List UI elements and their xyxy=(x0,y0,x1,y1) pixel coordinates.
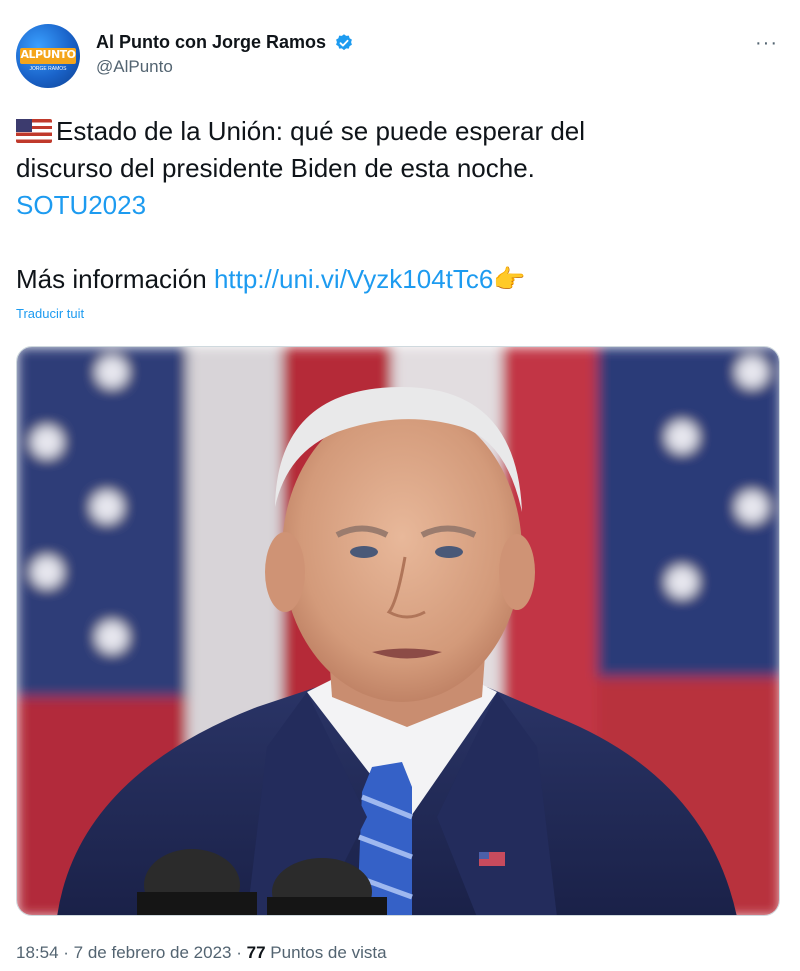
translate-tweet-link[interactable]: Traducir tuit xyxy=(16,306,84,321)
tweet-text-line-1: Estado de la Unión: qué se puede esperar… xyxy=(56,116,586,146)
tweet-time[interactable]: 18:54 xyxy=(16,943,59,962)
tweet-date[interactable]: 7 de febrero de 2023 xyxy=(74,943,232,962)
hashtag-link[interactable]: SOTU2023 xyxy=(16,190,146,220)
views-count: 77 xyxy=(246,943,266,962)
avatar-logo-subtext: JORGE RAMOS xyxy=(29,66,67,72)
tweet-meta: 18:54 · 7 de febrero de 2023 · 77 Puntos… xyxy=(16,943,387,963)
avatar[interactable]: ALPUNTO JORGE RAMOS xyxy=(16,24,80,88)
more-info-label: Más información xyxy=(16,264,207,294)
tweet-line-1: Estado de la Unión: qué se puede esperar… xyxy=(16,113,786,150)
pointing-hand-icon: 👉 xyxy=(493,264,526,294)
tweet-header: ALPUNTO JORGE RAMOS Al Punto con Jorge R… xyxy=(16,24,784,92)
tweet-text: Estado de la Unión: qué se puede esperar… xyxy=(16,113,786,298)
tweet-text-line-2: discurso del presidente Biden de esta no… xyxy=(16,153,535,183)
author-display-name[interactable]: Al Punto con Jorge Ramos xyxy=(96,32,326,53)
meta-separator: · xyxy=(231,943,247,962)
verified-badge-icon xyxy=(334,33,354,53)
photo-illustration xyxy=(17,347,779,915)
author-names: Al Punto con Jorge Ramos @AlPunto xyxy=(96,32,354,77)
more-options-icon[interactable]: ··· xyxy=(755,32,778,55)
tweet-url-link[interactable]: http://uni.vi/Vyzk104tTc6 xyxy=(214,264,493,294)
meta-separator: · xyxy=(58,943,74,962)
views-label: Puntos de vista xyxy=(270,943,387,962)
author-handle[interactable]: @AlPunto xyxy=(96,57,354,77)
us-flag-icon xyxy=(16,119,52,143)
tweet-media-photo[interactable] xyxy=(16,346,780,916)
avatar-logo-text: ALPUNTO xyxy=(20,48,76,61)
